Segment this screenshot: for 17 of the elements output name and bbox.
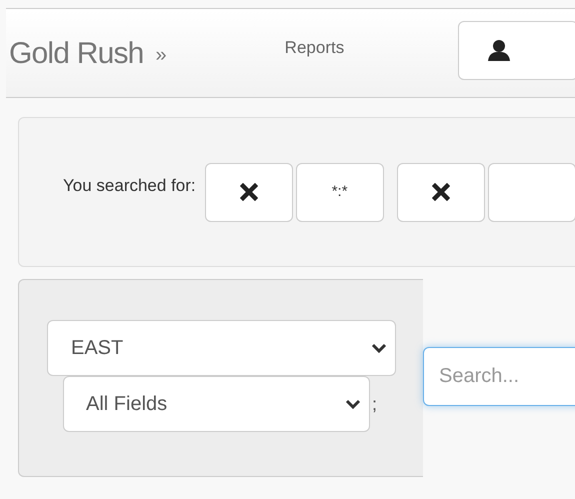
close-icon [240, 183, 258, 201]
close-icon [432, 183, 450, 201]
search-term-button[interactable]: *:* [296, 162, 384, 222]
dropdown-select[interactable]: All Fields [63, 376, 370, 432]
user-menu-button[interactable] [458, 20, 575, 80]
search-field[interactable]: Search... [423, 347, 575, 406]
searched-for-label: You searched for: [63, 175, 196, 198]
remove-button[interactable] [396, 162, 485, 222]
brand-title[interactable]: Gold Rush [9, 30, 144, 76]
brand-separator: » [156, 43, 167, 68]
remove-button[interactable] [204, 162, 293, 222]
chevron-down-icon [371, 343, 387, 353]
nav-link[interactable]: Reports [284, 35, 344, 61]
dropdown-select[interactable]: EAST [47, 320, 396, 376]
separator-text: ; [372, 392, 378, 416]
user-icon [487, 38, 512, 62]
chevron-down-icon [345, 399, 361, 409]
